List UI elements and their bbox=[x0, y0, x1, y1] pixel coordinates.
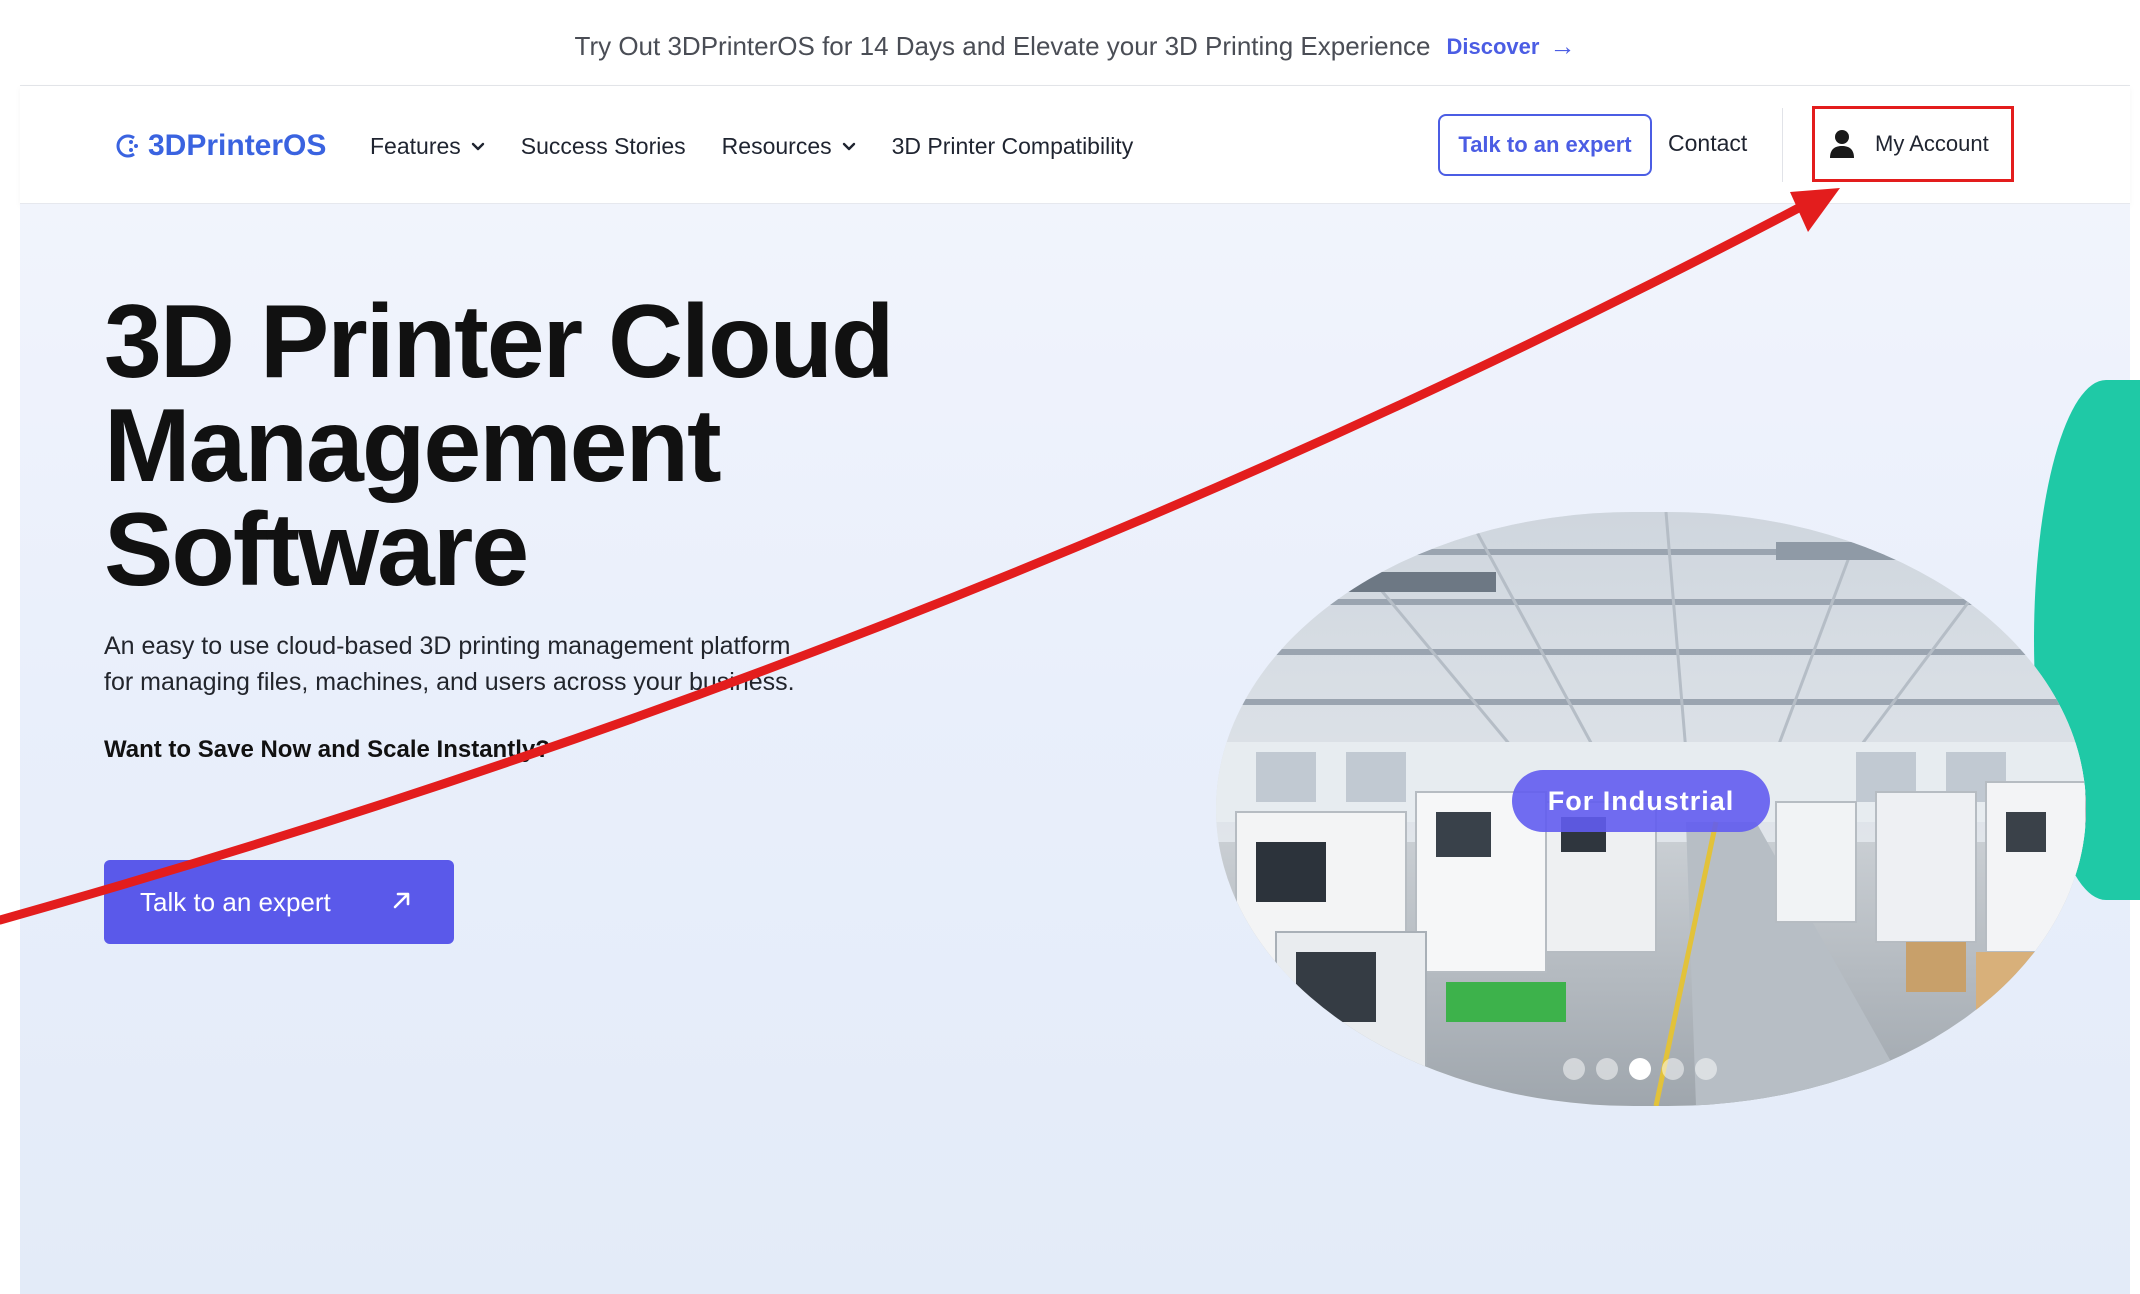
nav-item-label: Resources bbox=[721, 132, 832, 159]
carousel-dot[interactable] bbox=[1695, 1058, 1717, 1080]
contact-link[interactable]: Contact bbox=[1668, 130, 1747, 157]
nav-item-label: Success Stories bbox=[520, 132, 686, 159]
hero-title-line: 3D Printer Cloud bbox=[104, 284, 895, 400]
carousel-dot[interactable] bbox=[1563, 1058, 1585, 1080]
carousel-dot-active[interactable] bbox=[1629, 1058, 1651, 1080]
discover-label: Discover bbox=[1446, 33, 1540, 59]
nav-item-success-stories[interactable]: Success Stories bbox=[521, 133, 686, 160]
logo-mark-icon bbox=[116, 134, 138, 158]
hero-subtitle-line: An easy to use cloud-based 3D printing m… bbox=[104, 632, 791, 660]
promo-bar: Try Out 3DPrinterOS for 14 Days and Elev… bbox=[20, 8, 2130, 86]
my-account-label: My Account bbox=[1875, 131, 1989, 156]
hero-cta-label: Talk to an expert bbox=[140, 886, 331, 917]
chevron-down-icon bbox=[842, 142, 855, 151]
hero-subtitle-line: for managing files, machines, and users … bbox=[104, 668, 795, 696]
nav-links: Features Success Stories Resources 3D Pr… bbox=[370, 124, 1169, 168]
promo-text: Try Out 3DPrinterOS for 14 Days and Elev… bbox=[574, 31, 1431, 61]
talk-to-expert-hero-button[interactable]: Talk to an expert bbox=[104, 860, 454, 944]
carousel-dot[interactable] bbox=[1596, 1058, 1618, 1080]
hero-subtitle: An easy to use cloud-based 3D printing m… bbox=[104, 628, 884, 700]
user-icon bbox=[1830, 130, 1854, 158]
hero-title: 3D Printer Cloud Management Software bbox=[104, 290, 1004, 602]
nav-item-label: Features bbox=[370, 132, 461, 159]
arrow-up-right-icon bbox=[393, 892, 410, 909]
main-navbar: 3DPrinterOS Features Success Stories Res… bbox=[20, 86, 2130, 204]
nav-divider bbox=[1782, 108, 1783, 182]
hero-title-line: Management bbox=[104, 388, 722, 504]
carousel-dot[interactable] bbox=[1662, 1058, 1684, 1080]
talk-to-expert-nav-button[interactable]: Talk to an expert bbox=[1438, 114, 1652, 176]
nav-item-label: 3D Printer Compatibility bbox=[891, 132, 1134, 159]
my-account-button[interactable]: My Account bbox=[1812, 106, 2014, 182]
logo-text: 3DPrinterOS bbox=[148, 129, 327, 162]
arrow-right-icon: → bbox=[1549, 31, 1576, 61]
discover-link[interactable]: Discover → bbox=[1447, 31, 1576, 62]
site-logo[interactable]: 3DPrinterOS bbox=[116, 126, 326, 166]
nav-item-printer-compatibility[interactable]: 3D Printer Compatibility bbox=[892, 133, 1134, 160]
nav-item-features[interactable]: Features bbox=[370, 133, 485, 160]
carousel-badge: For Industrial bbox=[1512, 770, 1770, 832]
carousel-dots bbox=[1563, 1058, 1728, 1080]
nav-item-resources[interactable]: Resources bbox=[722, 133, 856, 160]
hero-question: Want to Save Now and Scale Instantly? bbox=[104, 736, 550, 763]
hero-title-line: Software bbox=[104, 492, 529, 608]
chevron-down-icon bbox=[471, 142, 484, 151]
